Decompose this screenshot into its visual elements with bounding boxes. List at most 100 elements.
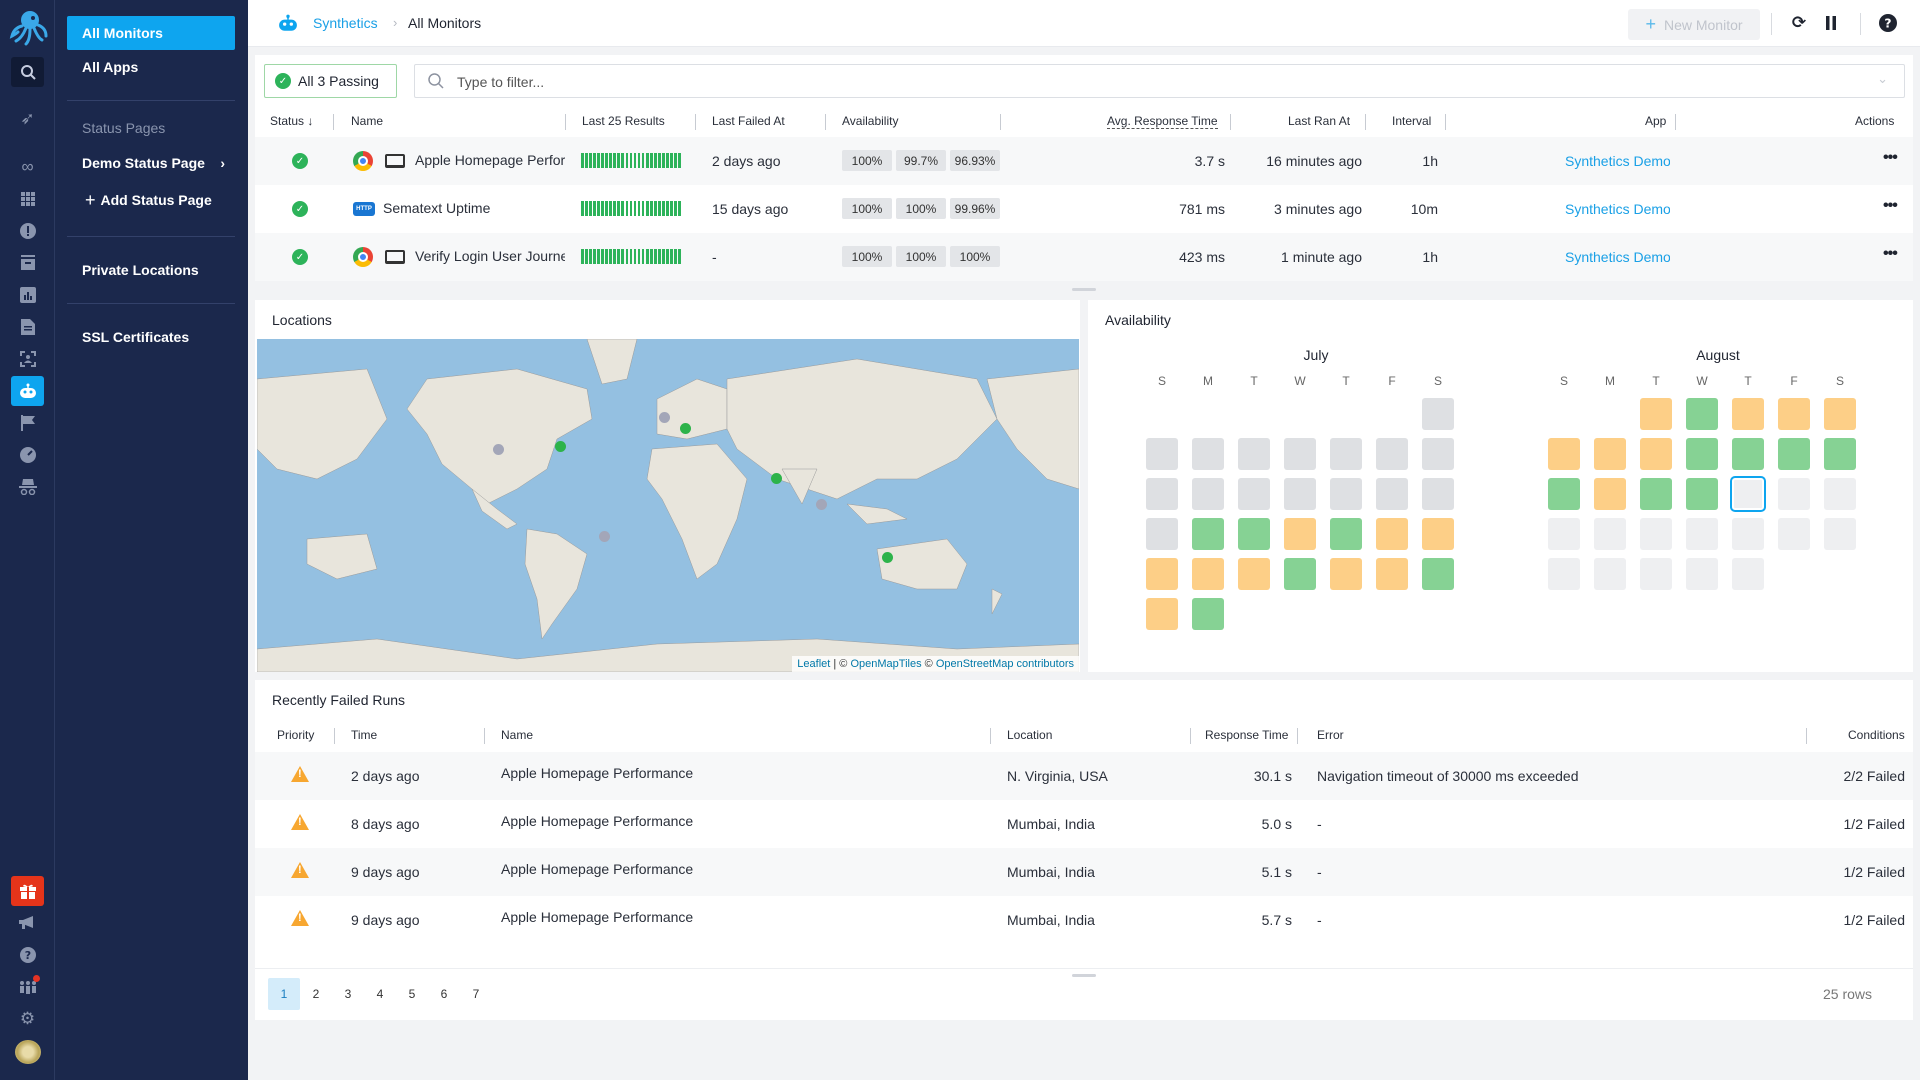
col-resizer[interactable] <box>825 114 826 130</box>
run-name[interactable]: Apple Homepage Performance <box>501 813 693 829</box>
col-resizer[interactable] <box>1230 114 1231 130</box>
calendar-day[interactable] <box>1146 518 1178 550</box>
result-pass-tick[interactable] <box>678 249 681 264</box>
result-pass-tick[interactable] <box>581 153 584 168</box>
result-pass-tick[interactable] <box>597 201 600 216</box>
location-marker-inactive[interactable] <box>599 531 610 542</box>
col-resizer[interactable] <box>990 728 991 744</box>
app-link[interactable]: Synthetics Demo <box>1565 153 1670 169</box>
alert-icon[interactable] <box>11 216 44 246</box>
col-resizer[interactable] <box>1190 728 1191 744</box>
result-pass-tick[interactable] <box>637 153 641 168</box>
col-resizer[interactable] <box>1675 114 1676 130</box>
col-availability[interactable]: Availability <box>842 114 898 128</box>
result-pass-tick[interactable] <box>645 153 649 168</box>
calendar-day[interactable] <box>1192 438 1224 470</box>
col-last-25-results[interactable]: Last 25 Results <box>582 114 665 128</box>
calendar-day[interactable] <box>1732 398 1764 430</box>
page-button[interactable]: 2 <box>300 978 332 1010</box>
calendar-day[interactable] <box>1824 478 1856 510</box>
search-icon[interactable] <box>11 57 44 87</box>
app-link[interactable]: Synthetics Demo <box>1565 249 1670 265</box>
col-resizer[interactable] <box>1445 114 1446 130</box>
panel-resize-handle[interactable] <box>1072 288 1096 291</box>
nav-private-locations[interactable]: Private Locations <box>67 253 235 287</box>
result-pass-tick[interactable] <box>665 201 669 216</box>
result-pass-tick[interactable] <box>605 153 609 168</box>
app-link[interactable]: Synthetics Demo <box>1565 201 1670 217</box>
calendar-day[interactable] <box>1730 476 1766 512</box>
col-resizer[interactable] <box>333 114 334 130</box>
result-pass-tick[interactable] <box>674 249 677 264</box>
chevron-down-icon[interactable]: ⌄ <box>1877 71 1888 87</box>
result-pass-tick[interactable] <box>593 153 596 168</box>
result-pass-tick[interactable] <box>653 249 657 264</box>
calendar-day[interactable] <box>1376 478 1408 510</box>
calendar-day[interactable] <box>1548 518 1580 550</box>
new-monitor-button[interactable]: + New Monitor <box>1628 9 1760 40</box>
calendar-day[interactable] <box>1376 558 1408 590</box>
col-name[interactable]: Name <box>351 114 383 128</box>
col-last-ran-at[interactable]: Last Ran At <box>1288 114 1350 128</box>
calendar-day[interactable] <box>1686 438 1718 470</box>
calendar-day[interactable] <box>1732 558 1764 590</box>
result-pass-tick[interactable] <box>629 249 633 264</box>
calendar-day[interactable] <box>1238 558 1270 590</box>
page-button[interactable]: 1 <box>268 978 300 1010</box>
col-location[interactable]: Location <box>1007 728 1052 742</box>
calendar-day[interactable] <box>1548 558 1580 590</box>
document-icon[interactable] <box>11 312 44 342</box>
result-pass-tick[interactable] <box>585 201 588 216</box>
all-passing-filter-button[interactable]: ✓ All 3 Passing <box>264 64 397 98</box>
location-marker-active[interactable] <box>680 423 691 434</box>
location-marker-active[interactable] <box>882 552 893 563</box>
result-pass-tick[interactable] <box>641 249 645 264</box>
result-pass-tick[interactable] <box>609 153 613 168</box>
calendar-day[interactable] <box>1686 478 1718 510</box>
result-pass-tick[interactable] <box>601 249 604 264</box>
result-pass-tick[interactable] <box>633 201 637 216</box>
result-pass-tick[interactable] <box>605 249 609 264</box>
result-pass-tick[interactable] <box>581 249 584 264</box>
openmaptiles-link[interactable]: OpenMapTiles <box>850 658 921 670</box>
result-pass-tick[interactable] <box>613 153 617 168</box>
user-scan-icon[interactable] <box>11 344 44 374</box>
col-time[interactable]: Time <box>351 728 377 742</box>
calendar-day[interactable] <box>1640 518 1672 550</box>
result-pass-tick[interactable] <box>641 201 645 216</box>
col-resizer[interactable] <box>565 114 566 130</box>
result-pass-tick[interactable] <box>678 201 681 216</box>
result-pass-tick[interactable] <box>657 249 661 264</box>
result-pass-tick[interactable] <box>674 153 677 168</box>
result-pass-tick[interactable] <box>625 249 629 264</box>
calendar-day[interactable] <box>1330 478 1362 510</box>
calendar-day[interactable] <box>1640 438 1672 470</box>
add-status-page-button[interactable]: + Add Status Page <box>67 183 235 217</box>
calendar-day[interactable] <box>1146 558 1178 590</box>
result-pass-tick[interactable] <box>585 249 588 264</box>
result-pass-tick[interactable] <box>674 201 677 216</box>
result-pass-tick[interactable] <box>661 249 665 264</box>
result-pass-tick[interactable] <box>665 249 669 264</box>
col-avg-response-time[interactable]: Avg. Response Time <box>1107 114 1218 129</box>
megaphone-icon[interactable] <box>11 908 44 938</box>
page-button[interactable]: 6 <box>428 978 460 1010</box>
filter-input[interactable] <box>457 71 1857 93</box>
result-pass-tick[interactable] <box>653 153 657 168</box>
result-pass-tick[interactable] <box>637 201 641 216</box>
result-pass-tick[interactable] <box>625 153 629 168</box>
more-actions-icon[interactable]: ••• <box>1883 149 1898 167</box>
result-pass-tick[interactable] <box>657 153 661 168</box>
page-button[interactable]: 7 <box>460 978 492 1010</box>
pause-icon[interactable] <box>1820 12 1842 34</box>
calendar-day[interactable] <box>1330 438 1362 470</box>
col-resizer[interactable] <box>484 728 485 744</box>
flag-icon[interactable] <box>11 408 44 438</box>
refresh-icon[interactable]: ⟳ <box>1788 12 1810 34</box>
nav-demo-status-page[interactable]: Demo Status Page › <box>67 146 235 180</box>
result-pass-tick[interactable] <box>641 153 645 168</box>
calendar-day[interactable] <box>1778 438 1810 470</box>
failed-run-row[interactable]: 2 days ago Apple Homepage Performance N.… <box>255 752 1913 800</box>
calendar-day[interactable] <box>1146 438 1178 470</box>
calendar-day[interactable] <box>1594 558 1626 590</box>
